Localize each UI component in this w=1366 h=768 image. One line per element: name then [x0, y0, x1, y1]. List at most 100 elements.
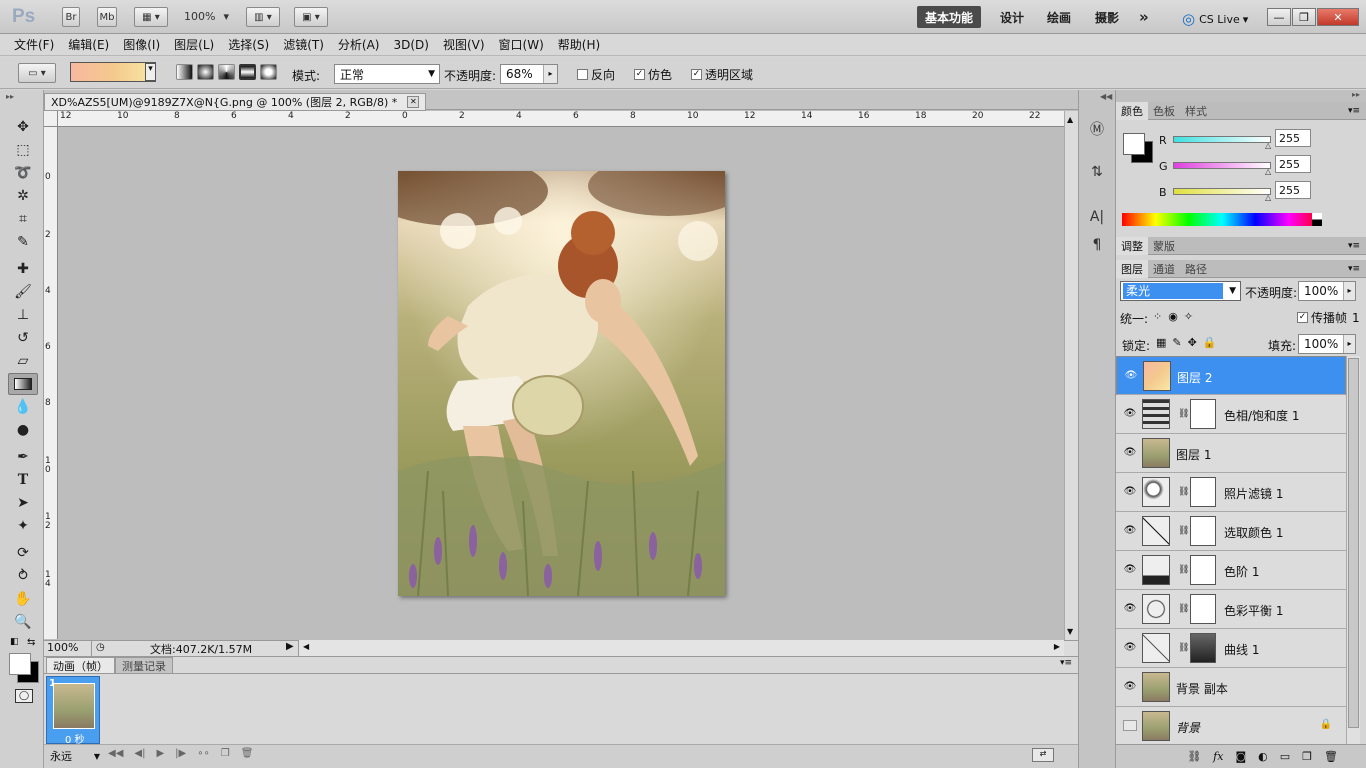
close-document-icon[interactable]: ✕ — [407, 96, 420, 108]
tab-masks[interactable]: 蒙版 — [1148, 237, 1180, 255]
layer-name[interactable]: 背景 — [1176, 719, 1200, 736]
path-select-tool-icon[interactable]: ➤ — [8, 492, 38, 514]
swap-colors-icon[interactable]: ⇆ — [27, 637, 35, 648]
animation-frame-1[interactable]: 1 0 秒 — [46, 676, 100, 746]
tab-paths[interactable]: 路径 — [1180, 260, 1212, 278]
opacity-input[interactable]: 68% ▸ — [500, 64, 558, 84]
history-panel-icon[interactable]: ⇅ — [1086, 161, 1108, 183]
slider-thumb-icon[interactable]: △ — [1265, 193, 1271, 202]
layer-row[interactable]: 👁 ⛓ 色彩平衡 1 — [1116, 590, 1346, 629]
layer-thumbnail[interactable] — [1142, 594, 1170, 624]
transparency-checkbox[interactable]: ✓ — [691, 69, 702, 80]
loop-select[interactable]: 永远 ▼ — [50, 748, 100, 764]
menu-select[interactable]: 选择(S) — [228, 36, 269, 53]
layer-thumbnail[interactable] — [1142, 516, 1170, 546]
scroll-left-icon[interactable]: ◀ — [303, 642, 309, 651]
layer-mask-thumbnail[interactable] — [1190, 477, 1216, 507]
tab-swatches[interactable]: 色板 — [1148, 102, 1180, 120]
quick-mask-icon[interactable]: ◯ — [15, 689, 33, 703]
dodge-tool-icon[interactable]: ● — [8, 419, 38, 441]
workspace-photography[interactable]: 摄影 — [1087, 6, 1127, 28]
layer-name[interactable]: 照片滤镜 1 — [1224, 485, 1283, 502]
transparency-option[interactable]: ✓ 透明区域 — [691, 66, 753, 83]
tab-channels[interactable]: 通道 — [1148, 260, 1180, 278]
foreground-color-swatch[interactable] — [9, 653, 31, 675]
scroll-down-icon[interactable]: ▼ — [1067, 627, 1073, 636]
menu-layer[interactable]: 图层(L) — [174, 36, 214, 53]
channel-r-value[interactable]: 255 — [1275, 129, 1311, 147]
layer-mask-thumbnail[interactable] — [1190, 633, 1216, 663]
tab-measurement-log[interactable]: 测量记录 — [115, 657, 173, 673]
status-menu-icon[interactable]: ▶ — [286, 641, 294, 652]
diamond-gradient-icon[interactable] — [260, 64, 277, 80]
radial-gradient-icon[interactable] — [197, 64, 214, 80]
layer-visibility-icon[interactable]: 👁 — [1123, 525, 1137, 536]
lock-transparent-icon[interactable]: ▦ — [1156, 336, 1166, 349]
lock-position-icon[interactable]: ✥ — [1188, 336, 1197, 349]
layer-link-icon[interactable]: ⛓ — [1178, 643, 1189, 653]
layer-row[interactable]: 👁 ⛓ 曲线 1 — [1116, 629, 1346, 668]
layer-style-icon[interactable]: fx — [1213, 750, 1223, 763]
color-panel-menu-icon[interactable]: ▾≡ — [1348, 106, 1360, 116]
new-group-icon[interactable]: ▭ — [1280, 750, 1290, 763]
dither-option[interactable]: ✓ 仿色 — [634, 66, 672, 83]
workspace-design[interactable]: 设计 — [992, 6, 1032, 28]
minimize-button[interactable]: — — [1267, 8, 1291, 26]
layer-name[interactable]: 曲线 1 — [1224, 641, 1259, 658]
layer-name[interactable]: 色相/饱和度 1 — [1224, 407, 1300, 424]
dither-checkbox[interactable]: ✓ — [634, 69, 645, 80]
scroll-right-icon[interactable]: ▶ — [1054, 642, 1060, 651]
layer-visibility-icon[interactable]: 👁 — [1123, 642, 1137, 653]
status-info-icon[interactable]: ◷ — [96, 642, 105, 653]
lock-pixels-icon[interactable]: ✎ — [1172, 336, 1181, 349]
lasso-tool-icon[interactable]: ➰ — [8, 162, 38, 184]
crop-tool-icon[interactable]: ⌗ — [8, 208, 38, 230]
type-tool-icon[interactable]: T — [8, 469, 38, 491]
color-spectrum-bar[interactable] — [1122, 213, 1322, 226]
quick-select-tool-icon[interactable]: ✲ — [8, 185, 38, 207]
layer-visibility-icon[interactable]: 👁 — [1123, 603, 1137, 614]
layer-thumbnail[interactable] — [1142, 711, 1170, 741]
layer-visibility-icon[interactable]: 👁 — [1123, 564, 1137, 575]
slider-thumb-icon[interactable]: △ — [1265, 167, 1271, 176]
layer-visibility-icon[interactable]: 👁 — [1123, 408, 1137, 419]
marquee-tool-icon[interactable]: ⬚ — [8, 139, 38, 161]
tab-layers[interactable]: 图层 — [1116, 259, 1148, 278]
layer-row[interactable]: 👁 图层 1 — [1116, 434, 1346, 473]
menu-help[interactable]: 帮助(H) — [558, 36, 600, 53]
arrange-documents-button[interactable]: ▥ ▾ — [246, 7, 280, 27]
layer-visibility-icon[interactable]: 👁 — [1123, 447, 1137, 458]
delete-frame-icon[interactable]: 🗑 — [241, 748, 254, 759]
layers-scrollbar[interactable] — [1346, 356, 1360, 744]
3d-orbit-tool-icon[interactable]: ⥁ — [8, 565, 38, 587]
layer-row[interactable]: 👁 ⛓ 色阶 1 — [1116, 551, 1346, 590]
cs-live-button[interactable]: ◎ CS Live ▾ — [1182, 10, 1248, 28]
history-brush-tool-icon[interactable]: ↺ — [8, 327, 38, 349]
status-zoom-field[interactable]: 100% — [44, 640, 92, 656]
layer-visibility-icon[interactable]: 👁 — [1123, 486, 1137, 497]
paragraph-panel-icon[interactable]: ¶ — [1086, 234, 1108, 256]
adjustments-panel-menu-icon[interactable]: ▾≡ — [1348, 241, 1360, 251]
collapse-toolbox-icon[interactable]: ▸▸ — [6, 92, 14, 101]
slider-thumb-icon[interactable]: △ — [1265, 141, 1271, 150]
3d-rotate-tool-icon[interactable]: ⟳ — [8, 542, 38, 564]
unify-position-icon[interactable]: ⁘ — [1153, 310, 1162, 323]
layer-row[interactable]: 背景 🔒 — [1116, 707, 1346, 746]
panel-foreground-swatch[interactable] — [1123, 133, 1145, 155]
layer-row[interactable]: 👁 ⛓ 选取颜色 1 — [1116, 512, 1346, 551]
reflected-gradient-icon[interactable] — [239, 64, 256, 80]
channel-b-value[interactable]: 255 — [1275, 181, 1311, 199]
layer-blend-mode-select[interactable]: 柔光 ▼ — [1120, 281, 1241, 301]
chevron-right-icon[interactable]: ▸ — [1343, 282, 1355, 300]
convert-timeline-icon[interactable]: ⇄ — [1032, 748, 1054, 762]
layer-thumbnail[interactable] — [1142, 477, 1170, 507]
menu-image[interactable]: 图像(I) — [123, 36, 160, 53]
new-layer-icon[interactable]: ❐ — [1302, 750, 1312, 763]
black-white-swatch[interactable] — [1312, 213, 1322, 226]
layer-mask-thumbnail[interactable] — [1190, 555, 1216, 585]
layer-thumbnail[interactable] — [1142, 672, 1170, 702]
menu-3d[interactable]: 3D(D) — [393, 38, 428, 52]
tool-preset-picker[interactable]: ▭ ▾ — [18, 63, 56, 83]
layer-row[interactable]: 👁 ⛓ 色相/饱和度 1 — [1116, 395, 1346, 434]
layers-scrollbar-thumb[interactable] — [1348, 358, 1359, 728]
